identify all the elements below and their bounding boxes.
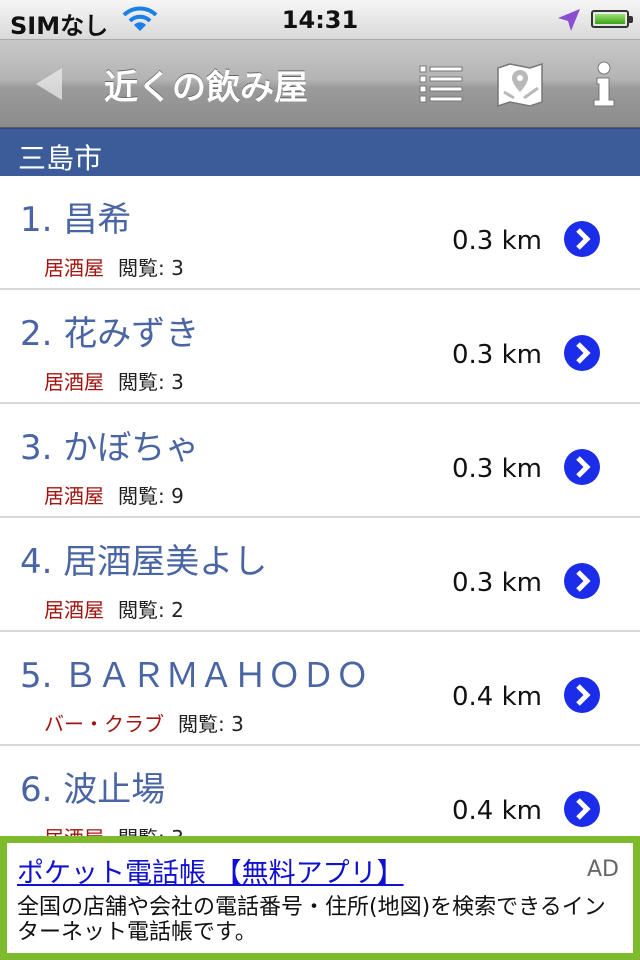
ad-label: AD [587,857,619,882]
map-icon[interactable] [494,58,546,110]
shop-category: 居酒屋 [44,256,104,280]
ad-banner[interactable]: ポケット電話帳 【無料アプリ】 AD 全国の店舗や会社の電話番号・住所(地図)を… [0,836,640,960]
shop-name: 2. 花みずき [20,314,200,354]
list-item[interactable]: 4. 居酒屋美よし 居酒屋 閲覧: 2 0.3 km [0,518,640,632]
distance: 0.4 km [452,682,542,712]
shop-category: 居酒屋 [44,598,104,622]
bar-list[interactable]: 1. 昌希 居酒屋 閲覧: 3 0.3 km 2. 花みずき 居酒屋 閲覧: 3… [0,176,640,836]
ad-title-link[interactable]: ポケット電話帳 【無料アプリ】 [17,851,404,890]
disclosure-chevron-icon[interactable] [563,676,601,714]
list-item[interactable]: 3. かぼちゃ 居酒屋 閲覧: 9 0.3 km [0,404,640,518]
list-view-icon[interactable] [416,58,468,110]
distance: 0.3 km [452,226,542,256]
shop-name: 1. 昌希 [20,200,132,240]
shop-category: 居酒屋 [44,484,104,508]
info-icon[interactable] [578,58,630,110]
list-item[interactable]: 5. ＢＡＲＭＡＨＯＤＯ バー・クラブ 閲覧: 3 0.4 km [0,632,640,746]
view-count: 閲覧: 3 [118,822,184,836]
view-count: 閲覧: 9 [118,484,184,508]
shop-name: 6. 波止場 [20,770,166,810]
page-title: 近くの飲み屋 [104,68,308,108]
shop-category: バー・クラブ [44,712,164,736]
shop-category: 居酒屋 [44,822,104,836]
distance: 0.4 km [452,796,542,826]
view-count: 閲覧: 2 [118,598,184,622]
shop-name: 4. 居酒屋美よし [20,542,268,582]
shop-name: 5. ＢＡＲＭＡＨＯＤＯ [20,656,370,696]
shop-category: 居酒屋 [44,370,104,394]
disclosure-chevron-icon[interactable] [563,448,601,486]
clock: 14:31 [281,6,359,34]
disclosure-chevron-icon[interactable] [563,790,601,828]
ad-content[interactable]: ポケット電話帳 【無料アプリ】 AD 全国の店舗や会社の電話番号・住所(地図)を… [7,843,633,953]
status-bar: SIMなし 14:31 [0,0,640,40]
battery-icon [591,10,633,28]
shop-name: 3. かぼちゃ [20,428,200,468]
list-item[interactable]: 6. 波止場 居酒屋 閲覧: 3 0.4 km [0,746,640,836]
city-section-header: 三島市 [0,128,640,176]
distance: 0.3 km [452,454,542,484]
city-label: 三島市 [18,142,103,175]
disclosure-chevron-icon[interactable] [563,334,601,372]
back-arrow-icon[interactable] [28,62,72,106]
distance: 0.3 km [452,568,542,598]
view-count: 閲覧: 3 [118,256,184,280]
navigation-bar: 近くの飲み屋 [0,40,640,128]
disclosure-chevron-icon[interactable] [563,220,601,258]
distance: 0.3 km [452,340,542,370]
list-item[interactable]: 1. 昌希 居酒屋 閲覧: 3 0.3 km [0,176,640,290]
disclosure-chevron-icon[interactable] [563,562,601,600]
view-count: 閲覧: 3 [178,712,244,736]
location-arrow-icon [558,9,580,31]
list-item[interactable]: 2. 花みずき 居酒屋 閲覧: 3 0.3 km [0,290,640,404]
view-count: 閲覧: 3 [118,370,184,394]
ad-description: 全国の店舗や会社の電話番号・住所(地図)を検索できるインターネット電話帳です。 [17,895,606,945]
